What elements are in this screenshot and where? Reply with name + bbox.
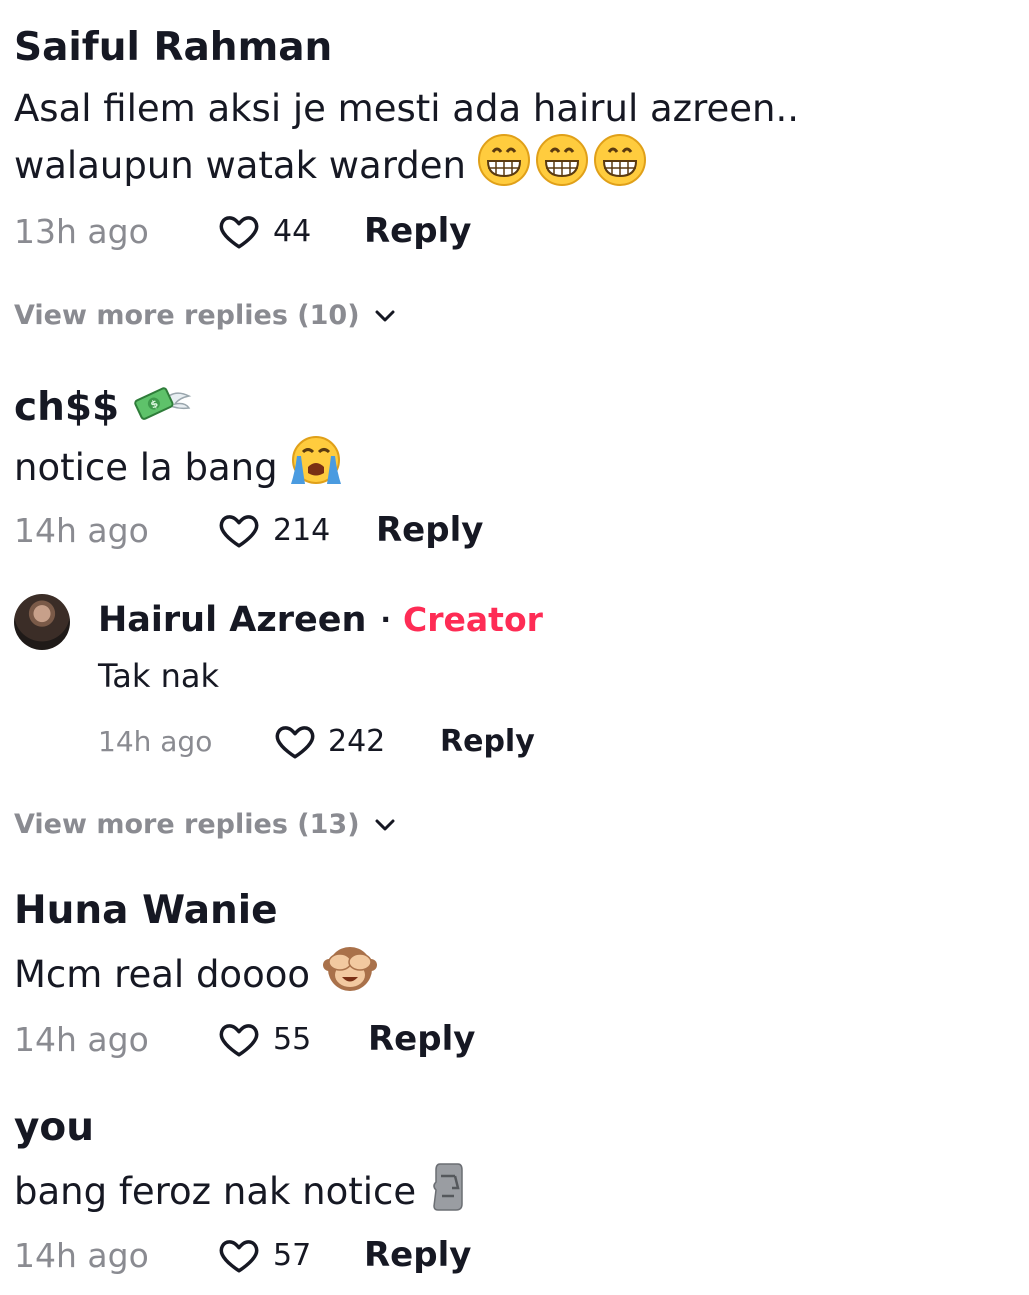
separator-dot: · [380, 603, 392, 636]
heart-icon[interactable] [274, 720, 316, 762]
like-button[interactable]: 44 [218, 210, 364, 252]
like-button[interactable]: 57 [218, 1234, 364, 1276]
chevron-down-icon [375, 310, 395, 321]
loudly-crying-face-icon [289, 436, 343, 488]
reply-button[interactable]: Reply [364, 211, 471, 251]
like-button[interactable]: 55 [218, 1018, 368, 1060]
view-more-replies[interactable]: View more replies (10) [14, 300, 396, 331]
money-with-wings-icon: $ [133, 380, 193, 424]
comment-time: 14h ago [14, 1019, 149, 1059]
like-count: 55 [273, 1021, 312, 1057]
comment-author[interactable]: ch$$ $ [14, 380, 193, 430]
creator-badge: Creator [403, 600, 543, 639]
comment-text-line: walaupun watak warden [14, 144, 466, 187]
reply-button[interactable]: Reply [368, 1019, 475, 1059]
comment-text-line: notice la bang [14, 446, 278, 489]
avatar[interactable] [14, 594, 70, 650]
chevron-down-icon [375, 819, 395, 830]
like-button[interactable]: 242 [274, 720, 440, 762]
comment-author-name: ch$$ [14, 385, 120, 430]
comment-text-line: Asal filem aksi je mesti ada hairul azre… [14, 87, 800, 130]
view-more-replies[interactable]: View more replies (13) [14, 809, 396, 840]
grinning-face-icon [477, 134, 648, 186]
reply-author[interactable]: Hairul Azreen [98, 598, 366, 642]
heart-icon[interactable] [218, 1234, 260, 1276]
comment-meta: 13h ago 44 Reply [14, 206, 471, 256]
comment-author[interactable]: Huna Wanie [14, 889, 278, 933]
comment-meta: 14h ago 57 Reply [14, 1230, 471, 1280]
reply-button[interactable]: Reply [376, 510, 483, 550]
comment-author[interactable]: you [14, 1106, 94, 1150]
like-count: 242 [328, 723, 386, 759]
reply-meta: 14h ago 242 Reply [98, 716, 535, 766]
like-count: 57 [273, 1237, 312, 1273]
comment-text-line: bang feroz nak notice [14, 1170, 417, 1213]
comment-author[interactable]: Saiful Rahman [14, 26, 332, 70]
reply-time: 14h ago [98, 724, 213, 758]
comment-meta: 14h ago 214 Reply [14, 505, 483, 555]
see-no-evil-monkey-icon [322, 943, 378, 995]
comment-time: 14h ago [14, 510, 149, 550]
heart-icon[interactable] [218, 1018, 260, 1060]
reply-text: Tak nak [98, 657, 219, 695]
comment-meta: 14h ago 55 Reply [14, 1014, 475, 1064]
comment-time: 14h ago [14, 1235, 149, 1275]
moai-icon [428, 1160, 468, 1212]
like-button[interactable]: 214 [218, 509, 376, 551]
comment-time: 13h ago [14, 211, 149, 251]
heart-icon[interactable] [218, 210, 260, 252]
view-more-label: View more replies (13) [14, 809, 360, 840]
reply-button[interactable]: Reply [364, 1235, 471, 1275]
comment-text-line: Mcm real doooo [14, 953, 310, 996]
comment-text: notice la bang [14, 436, 343, 495]
comment-text: walaupun watak warden [14, 134, 648, 193]
view-more-label: View more replies (10) [14, 300, 360, 331]
reply-author-row: Hairul Azreen · Creator [98, 598, 543, 642]
reply-button[interactable]: Reply [440, 724, 535, 759]
heart-icon[interactable] [218, 509, 260, 551]
like-count: 214 [273, 512, 331, 548]
comment-text: Mcm real doooo [14, 943, 378, 1002]
comments-list: Saiful Rahman Asal filem aksi je mesti a… [0, 0, 1029, 1295]
like-count: 44 [273, 213, 312, 249]
comment-text: bang feroz nak notice [14, 1160, 468, 1219]
